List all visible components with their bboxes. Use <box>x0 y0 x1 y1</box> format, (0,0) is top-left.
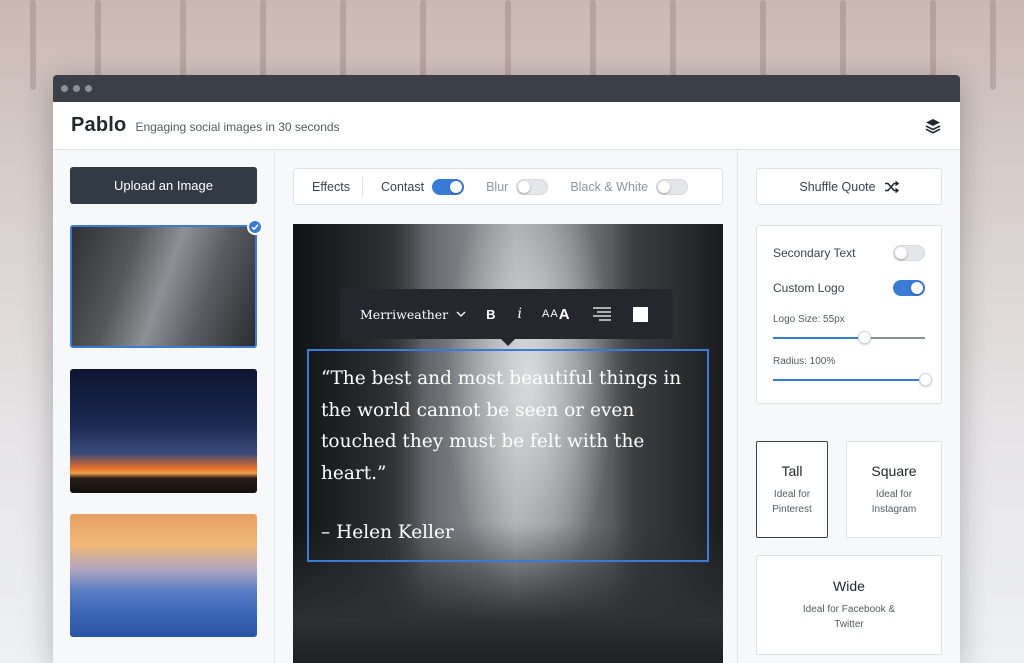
font-size-small: AA <box>542 308 559 320</box>
custom-logo-toggle[interactable] <box>893 280 925 296</box>
shuffle-quote-button[interactable]: Shuffle Quote <box>756 168 942 205</box>
slider-fill <box>773 379 925 381</box>
bold-button[interactable]: B <box>486 307 495 322</box>
size-option-square[interactable]: Square Ideal for Instagram <box>846 441 942 538</box>
custom-logo-label: Custom Logo <box>773 281 845 295</box>
chevron-down-icon <box>456 311 466 317</box>
window-dot-icon[interactable] <box>73 85 80 92</box>
shuffle-quote-label: Shuffle Quote <box>799 179 876 194</box>
blur-label: Blur <box>486 179 509 194</box>
image-sidebar: Upload an Image <box>53 150 275 663</box>
secondary-text-toggle[interactable] <box>893 245 925 261</box>
blur-toggle-group[interactable]: Blur <box>486 178 549 195</box>
black-white-toggle-group[interactable]: Black & White <box>570 178 689 195</box>
radius-slider[interactable] <box>773 373 932 387</box>
app-window: Pablo Engaging social images in 30 secon… <box>53 75 960 663</box>
window-titlebar <box>53 75 960 102</box>
font-select[interactable]: Merriweather <box>360 307 466 322</box>
upload-image-button[interactable]: Upload an Image <box>70 167 257 204</box>
size-option-wide[interactable]: Wide Ideal for Facebook & Twitter <box>756 555 942 655</box>
italic-button[interactable]: i <box>518 306 522 322</box>
app-header: Pablo Engaging social images in 30 secon… <box>53 102 960 150</box>
font-name: Merriweather <box>360 306 449 322</box>
font-size-button[interactable]: AA A <box>542 306 571 323</box>
size-option-desc: Ideal for Facebook & Twitter <box>802 604 896 630</box>
check-icon <box>247 219 263 235</box>
font-size-large: A <box>558 305 571 323</box>
toolbar-divider <box>361 176 363 197</box>
logo-settings-panel: Secondary Text Custom Logo Logo Size: 55… <box>756 225 942 404</box>
size-option-desc: Ideal for Pinterest <box>772 488 812 515</box>
size-option-tall[interactable]: Tall Ideal for Pinterest <box>756 441 828 538</box>
image-thumbnail[interactable] <box>70 514 257 637</box>
background-tree <box>30 0 36 90</box>
slider-fill <box>773 337 865 339</box>
logo-size-slider[interactable] <box>773 331 925 345</box>
custom-logo-row: Custom Logo <box>773 279 925 297</box>
radius-label: Radius: 100% <box>773 356 836 367</box>
image-canvas[interactable]: Merriweather B i AA A “The best and most … <box>293 224 723 663</box>
app-logo: Pablo <box>71 114 127 136</box>
text-format-toolbar: Merriweather B i AA A <box>340 289 673 346</box>
contrast-toggle-group[interactable]: Contast <box>380 178 465 195</box>
image-thumbnail[interactable] <box>70 369 257 493</box>
image-thumbnail-selected[interactable] <box>70 219 263 348</box>
size-option-title: Square <box>871 462 917 479</box>
layers-icon[interactable] <box>924 117 942 135</box>
secondary-text-label: Secondary Text <box>773 246 856 260</box>
secondary-text-row: Secondary Text <box>773 244 925 262</box>
black-white-label: Black & White <box>570 179 649 194</box>
app-tagline: Engaging social images in 30 seconds <box>135 120 340 134</box>
settings-sidebar: Shuffle Quote Secondary Text Custom Logo… <box>737 150 960 663</box>
background-tree <box>990 0 996 90</box>
size-option-title: Tall <box>781 462 803 479</box>
black-white-toggle[interactable] <box>656 178 689 195</box>
size-option-desc: Ideal for Instagram <box>871 488 917 515</box>
effects-label: Effects <box>312 179 350 194</box>
slider-handle[interactable] <box>858 331 872 344</box>
contrast-label: Contast <box>380 179 425 194</box>
blur-toggle[interactable] <box>516 178 549 195</box>
quote-author[interactable]: – Helen Keller <box>321 522 695 543</box>
logo-size-label: Logo Size: 55px <box>773 314 845 325</box>
window-dot-icon[interactable] <box>85 85 92 92</box>
size-options: Tall Ideal for Pinterest Square Ideal fo… <box>756 441 942 538</box>
slider-handle[interactable] <box>919 373 932 386</box>
effects-toolbar: Effects Contast Blur Black & White <box>293 168 723 205</box>
shuffle-icon <box>884 180 899 193</box>
align-icon[interactable] <box>592 307 611 321</box>
editor-area: Effects Contast Blur Black & White Merri… <box>275 150 737 663</box>
text-color-swatch[interactable] <box>632 306 648 322</box>
size-option-title: Wide <box>833 578 865 594</box>
contrast-toggle[interactable] <box>432 178 465 195</box>
window-dot-icon[interactable] <box>61 85 68 92</box>
quote-text[interactable]: “The best and most beautiful things in t… <box>321 363 695 489</box>
quote-text-box[interactable]: “The best and most beautiful things in t… <box>307 349 709 562</box>
